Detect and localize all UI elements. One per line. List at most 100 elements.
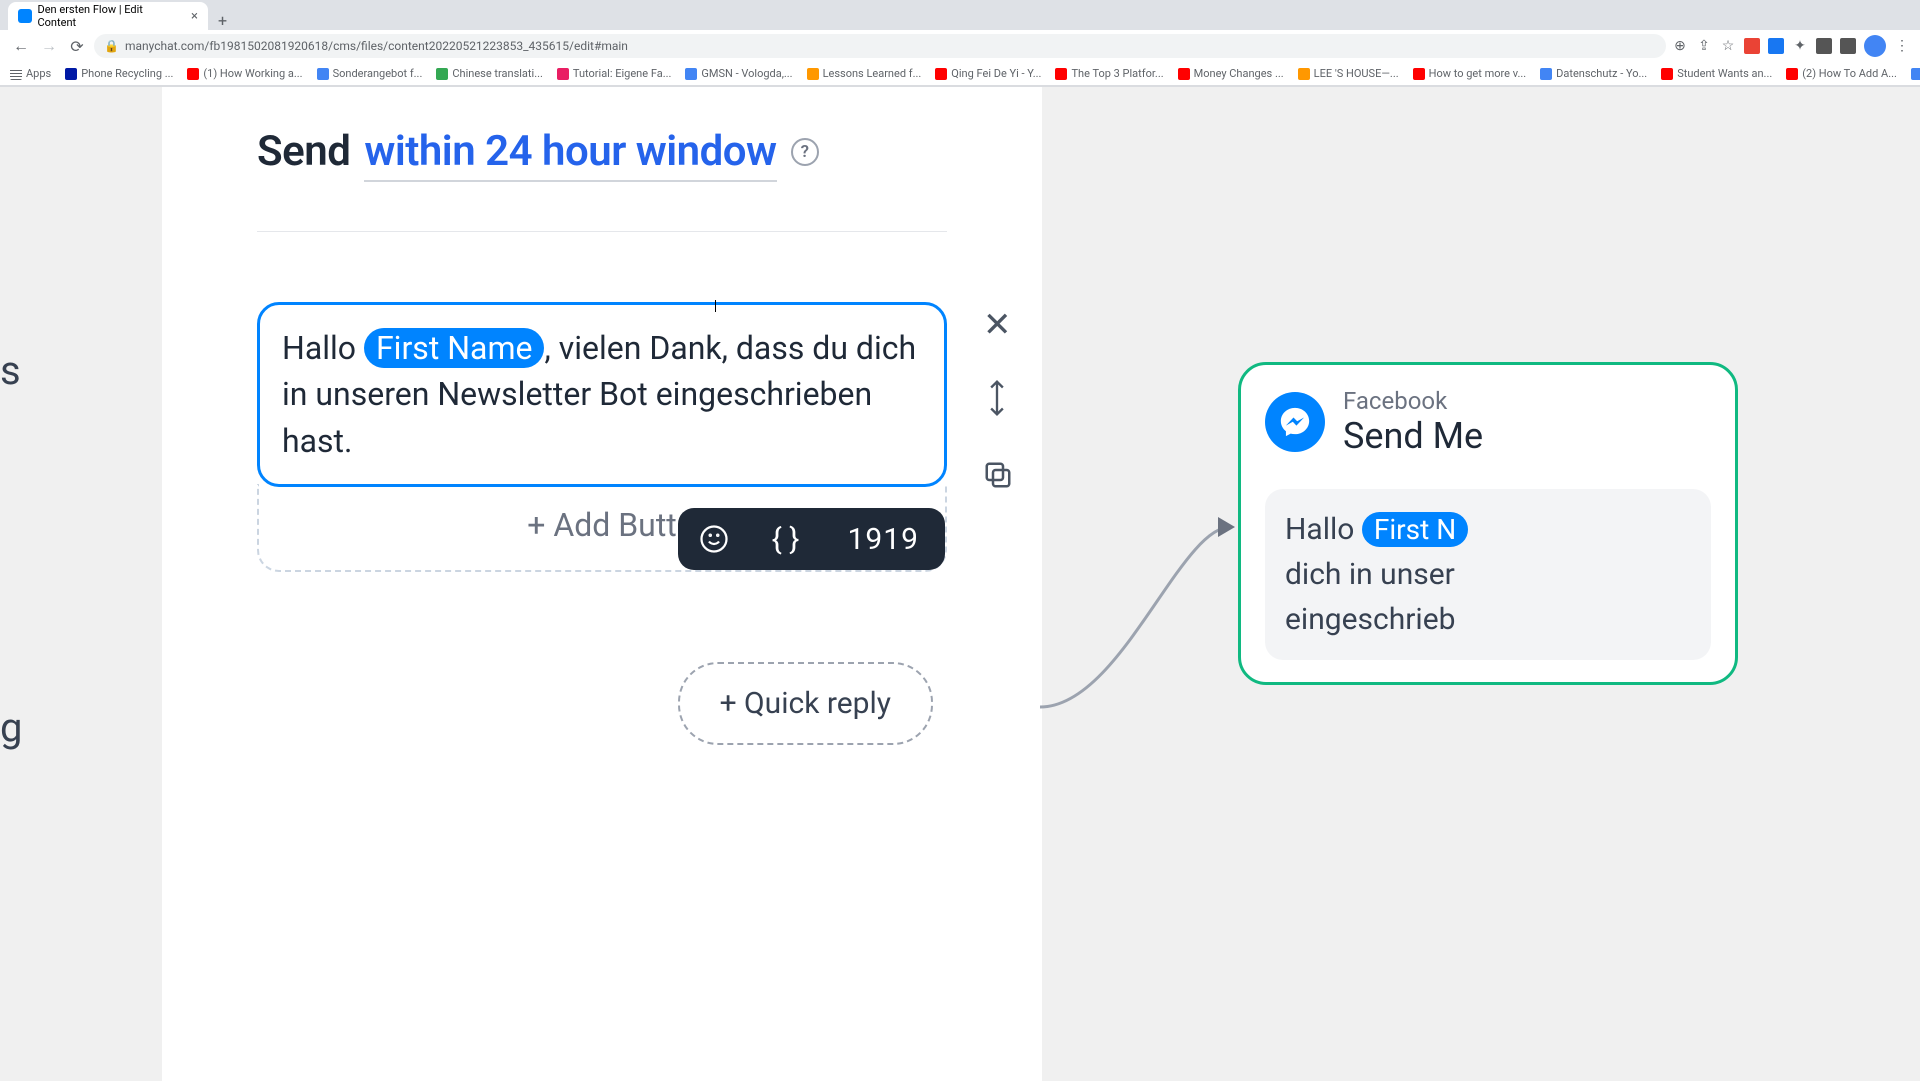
bookmark-item[interactable]: How to get more v... (1413, 67, 1527, 80)
message-text-input[interactable]: Hallo First Name, vielen Dank, dass du d… (257, 302, 947, 487)
bookmark-label: Datenschutz - Yo... (1556, 67, 1647, 80)
bookmark-icon (1413, 68, 1425, 80)
tab-close-icon[interactable]: × (191, 9, 198, 24)
tab-favicon-icon (18, 9, 32, 23)
send-header: Send within 24 hour window ? (257, 127, 947, 176)
bookmark-icon (1911, 68, 1920, 80)
bookmark-item[interactable]: Chinese translati... (436, 67, 543, 80)
bookmark-icon (1298, 68, 1310, 80)
bookmark-icon (1661, 68, 1673, 80)
profile-avatar[interactable] (1864, 35, 1886, 57)
star-icon[interactable]: ☆ (1720, 38, 1736, 54)
toolbar-icons: ⊕ ⇪ ☆ ✦ ⋮ (1672, 35, 1910, 57)
duplicate-block-button[interactable] (983, 460, 1013, 496)
bookmark-item[interactable]: The Top 3 Platfor... (1055, 67, 1163, 80)
bookmark-item[interactable]: GMSN - Vologda,... (685, 67, 792, 80)
bookmark-icon (65, 68, 77, 80)
bookmark-icon (1786, 68, 1798, 80)
variable-button[interactable]: { } (750, 508, 822, 570)
browser-tab[interactable]: Den ersten Flow | Edit Content × (8, 2, 208, 30)
send-prefix: Send (257, 127, 350, 176)
bookmark-item[interactable]: Phone Recycling ... (65, 67, 173, 80)
bookmark-icon (1178, 68, 1190, 80)
bookmark-item[interactable]: Lessons Learned f... (807, 67, 922, 80)
share-icon[interactable]: ⇪ (1696, 38, 1712, 54)
bookmark-item[interactable]: LEE 'S HOUSE—... (1298, 67, 1399, 80)
flow-canvas[interactable]: s g Send within 24 hour window ? Hallo F… (0, 87, 1920, 1081)
send-window-link[interactable]: within 24 hour window (364, 127, 776, 176)
bookmark-item[interactable]: Qing Fei De Yi - Y... (935, 67, 1041, 80)
extension-icon[interactable] (1816, 38, 1832, 54)
bookmark-label: Apps (26, 67, 51, 80)
bookmarks-bar: Apps Phone Recycling ... (1) How Working a… (0, 62, 1920, 86)
bookmark-item[interactable]: (2) How To Add A... (1786, 67, 1897, 80)
variable-pill-firstname[interactable]: First Name (364, 328, 545, 368)
nav-forward-button[interactable]: → (38, 35, 60, 57)
move-block-button[interactable] (983, 378, 1013, 424)
msg-text: Hallo (282, 329, 364, 367)
extension-icon[interactable] (1744, 38, 1760, 54)
bookmark-icon (1055, 68, 1067, 80)
bookmark-label: Money Changes ... (1194, 67, 1284, 80)
bookmark-label: Sonderangebot f... (333, 67, 423, 80)
add-button-row[interactable]: + Add Butt { } 1919 (257, 484, 947, 572)
variable-pill-firstname: First N (1362, 512, 1468, 547)
close-block-button[interactable]: ✕ (983, 308, 1013, 342)
url-bar[interactable]: 🔒 manychat.com/fb198150208192061​8/cms/f… (94, 34, 1666, 58)
bookmark-item[interactable]: Download - Cooki... (1911, 67, 1920, 80)
bookmark-label: Phone Recycling ... (81, 67, 173, 80)
menu-icon[interactable]: ⋮ (1894, 38, 1910, 54)
node-platform: Facebook (1343, 387, 1483, 415)
translate-icon[interactable]: ⊕ (1672, 38, 1688, 54)
bookmark-label: LEE 'S HOUSE—... (1314, 67, 1399, 80)
divider (257, 231, 947, 232)
bookmark-item[interactable]: Datenschutz - Yo... (1540, 67, 1647, 80)
puzzle-icon[interactable]: ✦ (1792, 38, 1808, 54)
block-side-controls: ✕ (983, 308, 1013, 496)
bookmark-item[interactable]: Money Changes ... (1178, 67, 1284, 80)
add-button-label: + Add Butt (527, 506, 677, 544)
editor-panel: Send within 24 hour window ? Hallo First… (162, 87, 1042, 1081)
bookmark-icon (935, 68, 947, 80)
tab-title: Den ersten Flow | Edit Content (38, 3, 180, 29)
char-count: 1919 (822, 522, 945, 557)
bookmark-label: Tutorial: Eigene Fa... (573, 67, 672, 80)
bookmark-item[interactable]: Tutorial: Eigene Fa... (557, 67, 672, 80)
flow-connector (1040, 507, 1240, 747)
nav-bar: ← → ⟳ 🔒 manychat.com/fb198150208192061​8… (0, 30, 1920, 62)
text-cursor (715, 300, 716, 312)
bookmark-label: How to get more v... (1429, 67, 1527, 80)
bookmark-icon (1540, 68, 1552, 80)
offscreen-text: s g (0, 347, 22, 751)
bookmark-item[interactable]: Apps (10, 67, 51, 80)
bookmark-icon (10, 68, 22, 80)
add-quick-reply-button[interactable]: + Quick reply (678, 662, 933, 745)
nav-back-button[interactable]: ← (10, 35, 32, 57)
node-header: Facebook Send Me (1265, 387, 1711, 457)
extension-icon[interactable] (1768, 38, 1784, 54)
lock-icon: 🔒 (104, 39, 119, 53)
extension-icon[interactable] (1840, 38, 1856, 54)
bookmark-label: Qing Fei De Yi - Y... (951, 67, 1041, 80)
text-toolbar: { } 1919 (678, 508, 945, 570)
bookmark-item[interactable]: (1) How Working a... (187, 67, 302, 80)
emoji-button[interactable] (678, 508, 750, 570)
bookmark-item[interactable]: Student Wants an... (1661, 67, 1772, 80)
bookmark-icon (807, 68, 819, 80)
bookmark-icon (187, 68, 199, 80)
bookmark-label: Chinese translati... (452, 67, 543, 80)
bookmark-label: The Top 3 Platfor... (1071, 67, 1163, 80)
send-message-node[interactable]: Facebook Send Me Hallo First N dich in u… (1238, 362, 1738, 685)
bookmark-label: Student Wants an... (1677, 67, 1772, 80)
bookmark-label: (1) How Working a... (203, 67, 302, 80)
bookmark-item[interactable]: Sonderangebot f... (317, 67, 423, 80)
bookmark-label: Lessons Learned f... (823, 67, 922, 80)
bookmark-icon (317, 68, 329, 80)
new-tab-button[interactable]: + (208, 11, 237, 30)
help-icon[interactable]: ? (791, 138, 819, 166)
message-block: Hallo First Name, vielen Dank, dass du d… (257, 302, 947, 572)
url-text: manychat.com/fb198150208192061​8/cms/fil… (125, 39, 628, 53)
nav-reload-button[interactable]: ⟳ (66, 35, 88, 57)
browser-chrome: Den ersten Flow | Edit Content × + ← → ⟳… (0, 0, 1920, 87)
bookmark-icon (685, 68, 697, 80)
